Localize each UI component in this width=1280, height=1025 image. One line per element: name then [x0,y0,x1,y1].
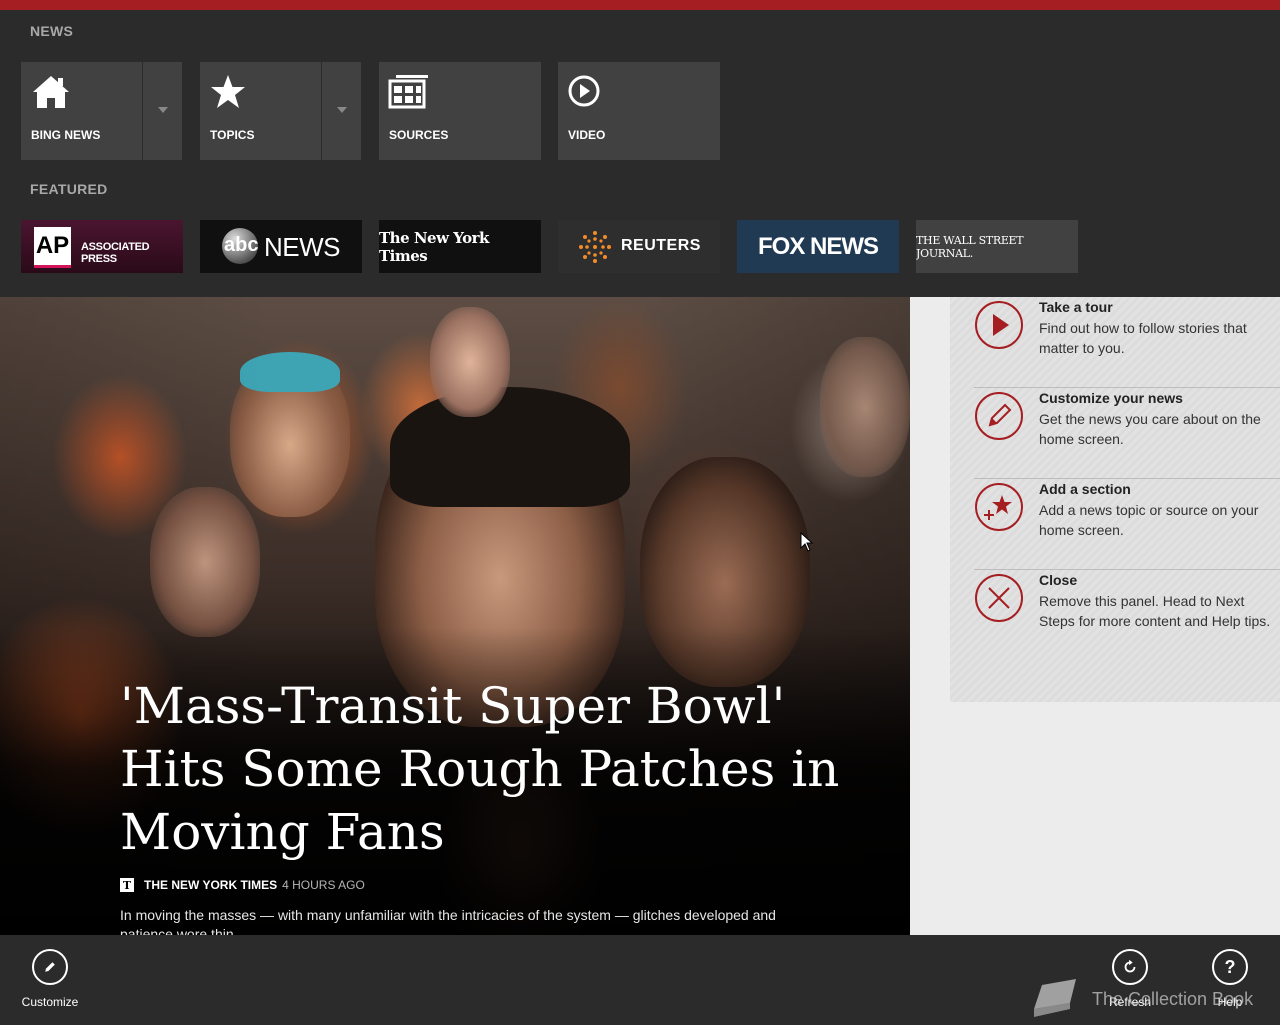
hero-byline: T THE NEW YORK TIMES 4 HOURS AGO [120,877,365,893]
bing-news-label: BING NEWS [31,128,101,142]
home-icon [33,76,69,108]
tile-sources[interactable]: SOURCES [379,62,541,160]
star-icon [211,75,245,108]
tile-topics: TOPICS [200,62,361,160]
nyt-logo-text: The New York Times [379,228,489,265]
sources-label: SOURCES [389,128,449,142]
featured-fox-news[interactable]: FOX NEWS [737,220,899,273]
tile-bing-news: BING NEWS [21,62,182,160]
topics-dropdown[interactable] [321,62,362,160]
customize-button[interactable]: Customize [20,949,80,1009]
step-customize-your-news[interactable]: Customize your news Get the news you car… [974,388,1280,479]
ap-logo-mark: AP [34,227,71,265]
add-star-icon [984,495,1012,520]
step-description: Remove this panel. Head to Next Steps fo… [1039,593,1271,629]
step-title: Take a tour [1039,299,1113,315]
pencil-icon [32,949,68,985]
step-title: Customize your news [1039,390,1183,406]
featured-abc-news[interactable]: abc NEWS [200,220,362,273]
hero-story[interactable]: 'Mass-Transit Super Bowl' Hits Some Roug… [0,297,910,935]
featured-wall-street-journal[interactable]: THE WALL STREET JOURNAL. [916,220,1078,273]
book-icon [1034,979,1076,1017]
close-icon [988,587,1010,609]
news-section-label: NEWS [30,23,74,39]
step-title: Close [1039,572,1078,588]
step-description: Get the news you care about on the home … [1039,411,1261,447]
step-description: Find out how to follow stories that matt… [1039,320,1247,356]
hero-source: THE NEW YORK TIMES [144,878,278,892]
ap-logo-text: ASSOCIATED PRESS [81,241,150,265]
hero-time: 4 HOURS AGO [282,878,365,892]
watermark-text: The Collection Book [1092,989,1254,1009]
sources-grid-icon [388,75,428,109]
chevron-down-icon [158,107,168,113]
hero-headline[interactable]: 'Mass-Transit Super Bowl' Hits Some Roug… [120,675,840,864]
bing-news-button[interactable]: BING NEWS [21,62,141,160]
video-label: VIDEO [568,128,606,142]
hero-summary: In moving the masses — with many unfamil… [120,907,776,935]
step-take-a-tour[interactable]: Take a tour Find out how to follow stori… [974,297,1280,388]
topics-button[interactable]: TOPICS [200,62,320,160]
featured-section-label: FEATURED [30,181,108,197]
abc-logo-text: NEWS [264,232,341,262]
add-star-icon-circle [975,483,1023,531]
fox-logo-text: FOX NEWS [757,232,879,260]
abc-logo-mark: abc [224,234,259,256]
close-icon-circle [975,574,1023,622]
step-title: Add a section [1039,481,1131,497]
featured-associated-press[interactable]: AP ASSOCIATED PRESS [21,220,183,273]
featured-new-york-times[interactable]: The New York Times [379,220,541,273]
mouse-cursor-icon [800,532,814,552]
step-add-a-section[interactable]: Add a section Add a news topic or source… [974,479,1280,570]
wsj-logo-text: THE WALL STREET JOURNAL. [916,233,1024,260]
play-icon [993,314,1009,336]
watermark: The Collection Book [1030,975,1280,1025]
pencil-icon-circle [975,392,1023,440]
bing-news-dropdown[interactable] [142,62,183,160]
customize-label: Customize [21,995,79,1009]
pencil-icon [988,403,1012,427]
tile-video[interactable]: VIDEO [558,62,720,160]
step-description: Add a news topic or source on your home … [1039,502,1259,538]
nyt-source-icon: T [120,878,134,892]
reuters-logo-text: REUTERS [621,237,701,254]
content-area: 'Mass-Transit Super Bowl' Hits Some Roug… [0,297,1280,935]
play-circle-icon [568,75,600,107]
play-icon-circle [975,301,1023,349]
top-accent-bar [0,0,1280,10]
featured-reuters[interactable]: REUTERS [558,220,720,273]
chevron-down-icon [337,107,347,113]
next-steps-panel: Take a tour Find out how to follow stori… [950,297,1280,702]
topics-label: TOPICS [210,128,255,142]
step-close[interactable]: Close Remove this panel. Head to Next St… [974,570,1280,660]
reuters-logo-icon [579,231,611,263]
